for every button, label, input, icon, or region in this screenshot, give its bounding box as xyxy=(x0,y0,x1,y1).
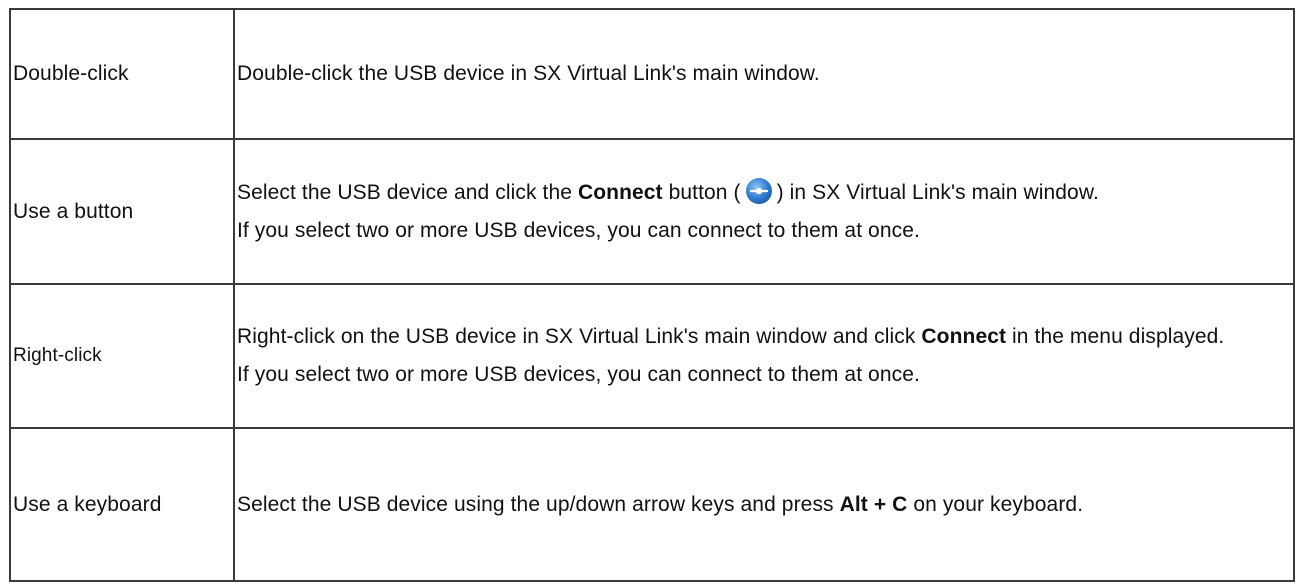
table-row: Use a keyboard Select the USB device usi… xyxy=(9,427,1295,582)
description-text: in the menu displayed. xyxy=(1006,325,1225,348)
connect-label: Connect xyxy=(921,325,1007,348)
description-use-a-button: Select the USB device and click the Conn… xyxy=(233,138,1295,285)
table-row: Right-click Right-click on the USB devic… xyxy=(9,283,1295,429)
method-use-a-button: Use a button xyxy=(9,138,235,285)
description-text: Select the USB device using the up/down … xyxy=(237,492,840,516)
description-text: Select the USB device and click the xyxy=(237,180,578,204)
description-line: If you select two or more USB devices, y… xyxy=(237,363,920,386)
description-text: ) in SX Virtual Link's main window. xyxy=(776,180,1099,204)
description-double-click: Double-click the USB device in SX Virtua… xyxy=(233,8,1295,140)
description-text: Right-click on the USB device in SX Virt… xyxy=(237,325,922,348)
table-row: Use a button Select the USB device and c… xyxy=(9,138,1295,285)
description-text: button ( xyxy=(662,180,741,204)
description-use-a-keyboard: Select the USB device using the up/down … xyxy=(233,427,1295,582)
method-right-click: Right-click xyxy=(9,283,235,429)
table-row: Double-click Double-click the USB device… xyxy=(9,8,1295,140)
connect-methods-table: Double-click Double-click the USB device… xyxy=(9,8,1295,582)
method-use-a-keyboard: Use a keyboard xyxy=(9,427,235,582)
description-right-click: Right-click on the USB device in SX Virt… xyxy=(233,283,1295,429)
description-text: Double-click the USB device in SX Virtua… xyxy=(237,62,820,85)
description-text: on your keyboard. xyxy=(907,492,1084,516)
description-line: If you select two or more USB devices, y… xyxy=(237,218,920,242)
connect-icon xyxy=(745,177,772,204)
method-double-click: Double-click xyxy=(9,8,235,140)
connect-label: Connect xyxy=(577,180,663,204)
shortcut-label: Alt + C xyxy=(839,492,908,516)
